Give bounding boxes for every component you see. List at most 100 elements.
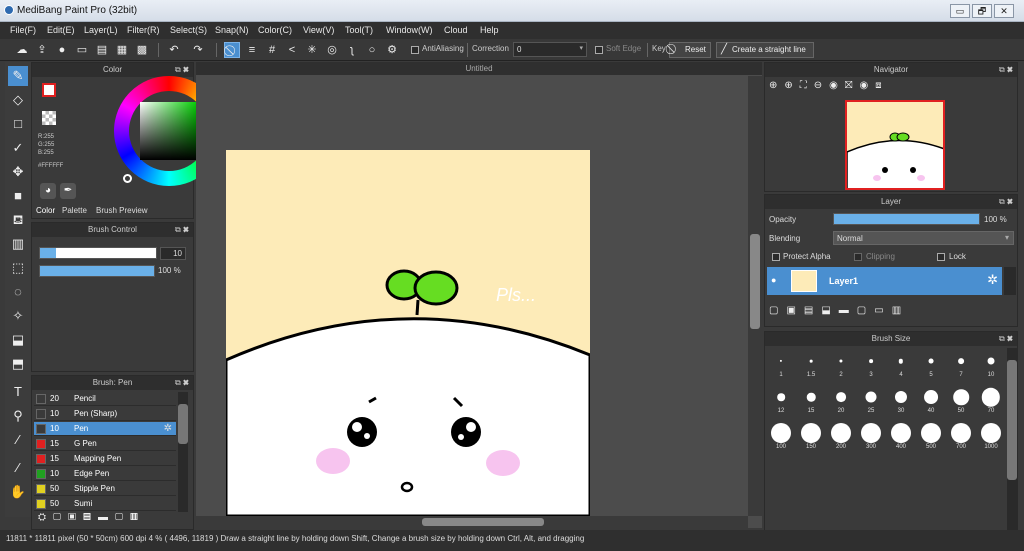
menu-tool[interactable]: Tool(T) — [345, 25, 373, 35]
operation-tool-icon[interactable]: ⚲ — [8, 406, 28, 426]
snap-settings-icon[interactable]: ⚙ — [384, 42, 400, 58]
brush-item[interactable]: 50 Stipple Pen — [34, 482, 176, 496]
canvas-vertical-scrollbar[interactable] — [748, 76, 762, 516]
layer-actions[interactable]: ▢▣▤⬓▬▢▭▥ — [769, 305, 909, 316]
ellipse-snap-icon[interactable]: ○ — [364, 42, 380, 58]
brush-item[interactable]: 50 Sumi — [34, 497, 176, 511]
divide-panel-tool-icon[interactable]: ⁄ — [8, 430, 28, 450]
eye-visibility-icon[interactable]: ● — [771, 275, 776, 285]
protect-alpha-checkbox[interactable] — [772, 253, 780, 261]
brush-size-option[interactable]: 20 — [827, 386, 855, 414]
fill-shape-tool-icon[interactable]: ■ — [8, 186, 28, 206]
menu-layer[interactable]: Layer(L) — [84, 25, 118, 35]
layout-icon[interactable]: ▩ — [134, 42, 150, 58]
dot-tool-icon[interactable]: □ — [8, 114, 28, 134]
correction-select[interactable]: 0 ▾ — [513, 42, 587, 57]
tab-palette[interactable]: Palette — [62, 206, 87, 215]
canvas-horizontal-scrollbar[interactable] — [196, 516, 748, 528]
brush-size-value[interactable]: 10 — [160, 247, 186, 260]
menu-file[interactable]: File(F) — [10, 25, 36, 35]
brush-size-option[interactable]: 100 — [767, 422, 795, 450]
brush-size-option[interactable]: 50 — [947, 386, 975, 414]
brush-tool-icon[interactable]: ✎ — [8, 66, 28, 86]
brush-size-option[interactable]: 150 — [797, 422, 825, 450]
menu-view[interactable]: View(V) — [303, 25, 334, 35]
brush-size-option[interactable]: 7 — [947, 350, 975, 378]
gradient-tool-icon[interactable]: ▥ — [8, 234, 28, 254]
snap-off-icon[interactable]: ⃠ — [224, 42, 240, 58]
drawing-canvas[interactable]: Pls... — [226, 150, 590, 516]
brush-list-actions[interactable]: ⛭▢▣▤▬▢▥ — [38, 512, 145, 523]
brush-size-option[interactable]: 15 — [797, 386, 825, 414]
brush-size-option[interactable]: 30 — [887, 386, 915, 414]
brush-item-selected[interactable]: 10 Pen ✲ — [34, 422, 176, 436]
layer-scrollbar[interactable] — [1004, 267, 1016, 295]
close-icon[interactable]: ⧉ ✖ — [999, 63, 1013, 77]
brush-size-option[interactable]: 1000 — [977, 422, 1005, 450]
minimize-button[interactable]: ▭ — [950, 4, 970, 18]
gear-icon[interactable]: ✲ — [164, 423, 172, 434]
close-button[interactable]: ✕ — [994, 4, 1014, 18]
close-icon[interactable]: ⧉ ✖ — [175, 376, 189, 390]
eraser-tool-icon[interactable]: ◇ — [8, 90, 28, 110]
close-icon[interactable]: ⧉ ✖ — [999, 195, 1013, 209]
lock-checkbox[interactable] — [937, 253, 945, 261]
panel-icon[interactable]: ▦ — [114, 42, 130, 58]
circle-snap-icon[interactable]: ◎ — [324, 42, 340, 58]
hand-tool-icon[interactable]: ✋ — [8, 482, 28, 502]
grid-snap-icon[interactable]: # — [264, 42, 280, 58]
navigator-preview[interactable] — [845, 100, 945, 190]
layer-row-selected[interactable]: ● Layer1 ✲ — [767, 267, 1002, 295]
brush-size-option[interactable]: 5 — [917, 350, 945, 378]
saturation-value-square[interactable] — [140, 102, 198, 160]
brush-size-option[interactable]: 500 — [917, 422, 945, 450]
brush-size-option[interactable]: 1.5 — [797, 350, 825, 378]
perspective-snap-icon[interactable]: < — [284, 42, 300, 58]
tab-color[interactable]: Color — [36, 206, 55, 215]
comment-icon[interactable]: ● — [54, 42, 70, 58]
text-tool-icon[interactable]: T — [8, 382, 28, 402]
soft-edge-checkbox[interactable] — [595, 46, 603, 54]
blur-tool-icon[interactable]: ✓ — [8, 138, 28, 158]
eyedropper-icon[interactable]: ✒ — [60, 183, 76, 199]
chat-icon[interactable]: ▭ — [74, 42, 90, 58]
transparent-swatch[interactable] — [42, 111, 56, 125]
maximize-button[interactable]: 🗗 — [972, 4, 992, 18]
brush-size-option[interactable]: 300 — [857, 422, 885, 450]
brush-size-option[interactable]: 25 — [857, 386, 885, 414]
clipping-checkbox[interactable] — [854, 253, 862, 261]
brush-size-option[interactable]: 12 — [767, 386, 795, 414]
brush-size-option[interactable]: 40 — [917, 386, 945, 414]
navigator-zoom-controls[interactable]: ⊕⊕⛶⊖◉⛝◉⧈ — [769, 80, 889, 91]
create-straight-line-button[interactable]: ╱ Create a straight line — [716, 42, 814, 58]
eyedropper-tool-icon[interactable]: ⁄ — [8, 458, 28, 478]
layer-opacity-slider[interactable] — [833, 213, 980, 225]
brush-size-slider[interactable] — [39, 247, 157, 259]
menu-snap[interactable]: Snap(N) — [215, 25, 249, 35]
reset-button[interactable]: ⃠ Reset — [669, 42, 711, 58]
brush-size-option[interactable]: 4 — [887, 350, 915, 378]
brush-size-option[interactable]: 2 — [827, 350, 855, 378]
brush-size-option[interactable]: 70 — [977, 386, 1005, 414]
brush-size-option[interactable]: 1 — [767, 350, 795, 378]
menu-edit[interactable]: Edit(E) — [47, 25, 75, 35]
close-icon[interactable]: ⧉ ✖ — [175, 223, 189, 237]
radial-snap-icon[interactable]: ✳ — [304, 42, 320, 58]
foreground-color-swatch[interactable] — [42, 83, 56, 97]
brush-item[interactable]: 15 Mapping Pen — [34, 452, 176, 466]
brush-item[interactable]: 10 Edge Pen — [34, 467, 176, 481]
menu-help[interactable]: Help — [480, 25, 499, 35]
tab-brush-preview[interactable]: Brush Preview — [96, 206, 148, 215]
share-icon[interactable]: ⇪ — [34, 42, 50, 58]
brush-opacity-slider[interactable] — [39, 265, 155, 277]
magic-wand-tool-icon[interactable]: ✧ — [8, 306, 28, 326]
undo-icon[interactable]: ↶ — [166, 42, 182, 58]
select-eraser-tool-icon[interactable]: ⬒ — [8, 354, 28, 374]
menu-select[interactable]: Select(S) — [170, 25, 207, 35]
menu-window[interactable]: Window(W) — [386, 25, 433, 35]
move-tool-icon[interactable]: ✥ — [8, 162, 28, 182]
close-icon[interactable]: ⧉ ✖ — [999, 332, 1013, 346]
brush-size-option[interactable]: 400 — [887, 422, 915, 450]
gear-icon[interactable]: ✲ — [987, 272, 998, 288]
brush-size-scrollbar[interactable] — [1007, 348, 1017, 530]
